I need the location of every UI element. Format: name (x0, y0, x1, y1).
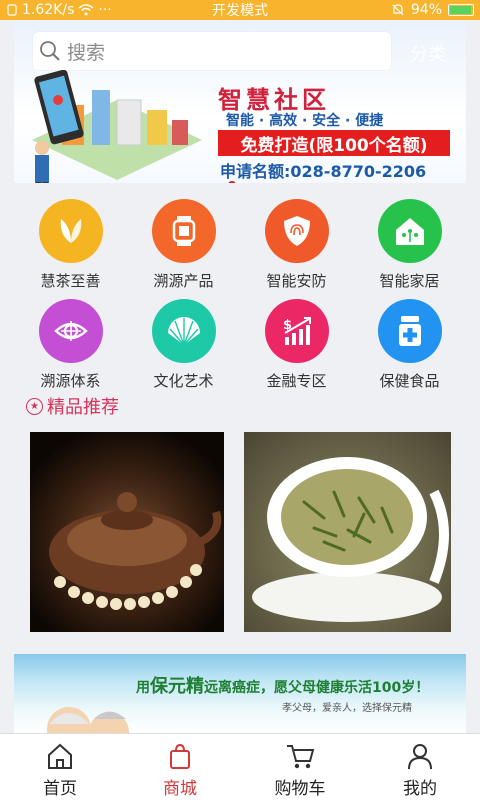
nav-home[interactable]: 首页 (0, 734, 120, 800)
status-left: 1.62K/s ··· (6, 2, 176, 18)
app-root: 1.62K/s ··· 开发模式 94% 智慧社区 智能 · 高效 · 安全 ·… (0, 0, 480, 800)
smart-home-icon (377, 199, 442, 263)
cart-icon (287, 745, 315, 769)
medicine-jar-icon (377, 299, 442, 363)
category-button[interactable]: 分类 (410, 40, 446, 66)
nav-home-label: 首页 (43, 779, 77, 799)
category-security[interactable]: 智能安防 (240, 184, 353, 294)
battery-icon (448, 4, 474, 16)
teapot-image (49, 492, 222, 610)
banner-page-indicator (228, 181, 236, 183)
category-grid: 慧茶至善 溯源产品 智能安防 智能家居 溯源体系 文化艺术 $ 金融专区 保健食… (14, 184, 466, 404)
user-icon (408, 744, 432, 770)
nav-profile-label: 我的 (403, 779, 437, 799)
bottom-nav: 首页 商城 购物车 我的 (0, 733, 480, 800)
finance-growth-icon: $ (264, 299, 329, 363)
smart-city-illustration (32, 69, 202, 183)
dev-mode-label: 开发模式 (212, 3, 268, 19)
fan-icon (151, 299, 216, 363)
status-bar: 1.62K/s ··· 开发模式 94% (0, 0, 480, 20)
nav-mall-label: 商城 (163, 779, 197, 799)
category-label: 保健食品 (379, 372, 440, 390)
nav-cart[interactable]: 购物车 (240, 734, 360, 800)
nav-mall[interactable]: 商城 (120, 734, 240, 800)
category-culture-art[interactable]: 文化艺术 (127, 284, 240, 394)
category-label: 文化艺术 (153, 372, 214, 390)
category-smart-home[interactable]: 智能家居 (353, 184, 466, 294)
category-trace-products[interactable]: 溯源产品 (127, 184, 240, 294)
category-trace-system[interactable]: 溯源体系 (14, 284, 127, 394)
search-box[interactable]: 搜索 (33, 32, 391, 70)
status-right: 94% (304, 2, 474, 18)
smartwatch-icon (151, 199, 216, 263)
mute-icon (392, 4, 404, 16)
product-card-teapot[interactable] (30, 432, 224, 632)
tea-leaf-icon (38, 199, 103, 263)
banner-tagline: 智能 · 高效 · 安全 · 便捷 (226, 113, 384, 129)
nav-cart-label: 购物车 (274, 779, 326, 799)
search-icon (40, 41, 60, 61)
banner-phone: 申请名额:028-8770-2206 (220, 162, 427, 181)
category-tea[interactable]: 慧茶至善 (14, 184, 127, 294)
nav-profile[interactable]: 我的 (360, 734, 480, 800)
network-speed: 1.62K/s (22, 2, 75, 18)
fingerprint-shield-icon (264, 199, 329, 263)
promo-headline: 用保元精远离癌症，愿父母健康乐活100岁！ (136, 676, 430, 697)
home-icon (48, 743, 72, 769)
star-badge-icon: ★ (26, 397, 43, 415)
more-indicator: ··· (98, 2, 112, 18)
elderly-couple-illustration (47, 707, 129, 734)
promo-banner[interactable]: 用保元精远离癌症，愿父母健康乐活100岁！ 孝父母，爱亲人，选择保元精 (14, 654, 466, 734)
category-finance[interactable]: $ 金融专区 (240, 284, 353, 394)
shopping-bag-icon (170, 743, 190, 769)
eye-target-icon (38, 299, 103, 363)
wifi-icon (78, 4, 94, 16)
product-card-green-tea[interactable] (244, 432, 451, 632)
category-label: 金融专区 (266, 372, 327, 390)
category-label: 溯源体系 (40, 372, 101, 390)
recommend-title: 精品推荐 (47, 397, 119, 418)
search-placeholder: 搜索 (67, 41, 106, 64)
banner-offer: 免费打造(限100个名额) (218, 130, 450, 156)
category-health-food[interactable]: 保健食品 (353, 284, 466, 394)
recommend-header: ★ 精品推荐 (26, 393, 119, 419)
battery-percent: 94% (410, 2, 442, 18)
promo-subline: 孝父母，爱亲人，选择保元精 (282, 703, 412, 714)
sim-icon (7, 4, 17, 16)
green-tea-image (252, 457, 449, 622)
